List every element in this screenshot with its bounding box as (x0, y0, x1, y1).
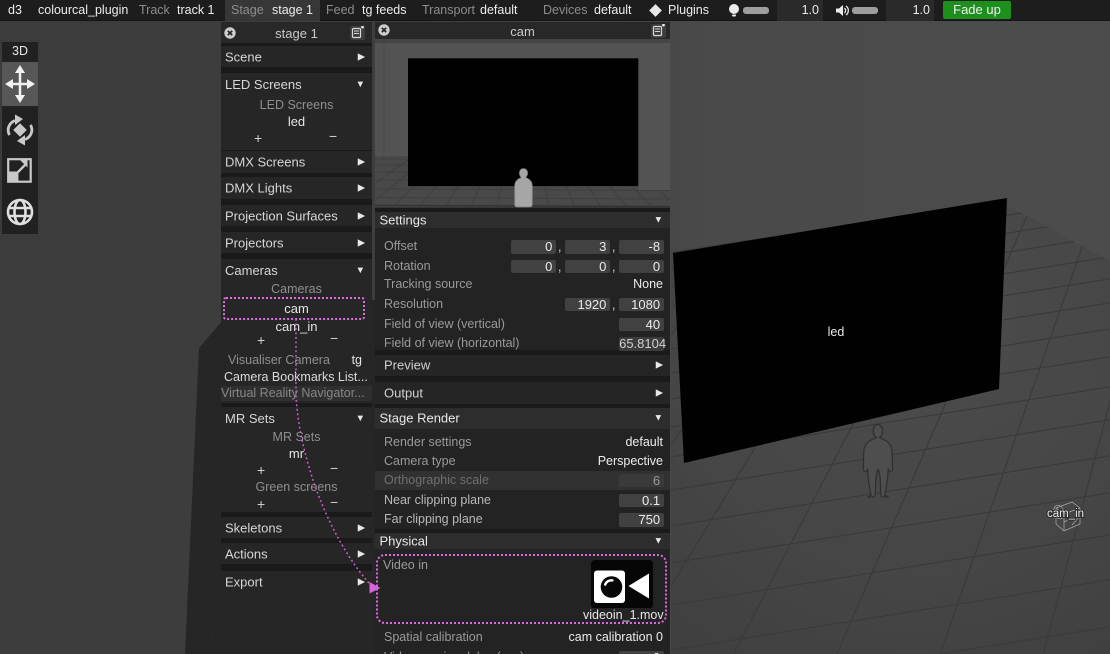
svg-text:cam_in: cam_in (1047, 508, 1084, 520)
svg-text:led: led (828, 325, 845, 339)
